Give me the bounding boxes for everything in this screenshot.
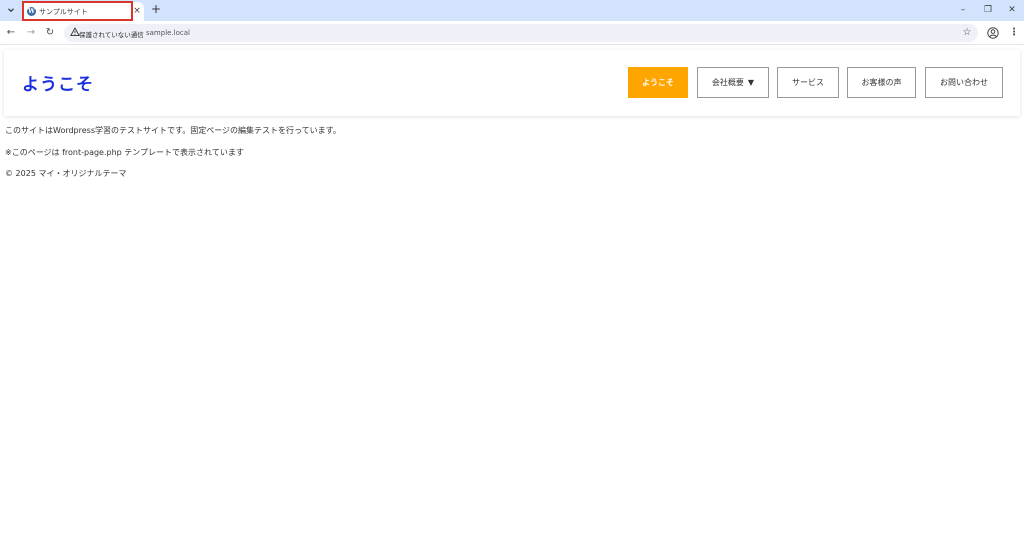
dropdown-caret-icon: ▼ [747, 78, 755, 87]
footer-copyright: © 2025 マイ・オリジナルテーマ [5, 169, 127, 178]
nav-item-company[interactable]: 会社概要 ▼ [697, 67, 769, 98]
tab-highlight-box [22, 1, 133, 21]
nav-label: お問い合わせ [940, 78, 988, 87]
nav-label: サービス [792, 78, 824, 87]
forward-button[interactable]: → [25, 26, 37, 40]
nav-item-services[interactable]: サービス [777, 67, 839, 98]
reload-button[interactable]: ↻ [44, 26, 56, 40]
new-tab-button[interactable]: + [150, 3, 162, 17]
template-note: ※このページは front-page.php テンプレートで表示されています [5, 148, 244, 157]
nav-label: 会社概要 [711, 78, 744, 87]
browser-toolbar: ← → ↻ 保護されていない通信 sample.local ☆ ⋮ [0, 21, 1024, 45]
close-window-button[interactable]: ✕ [1005, 3, 1019, 17]
back-button[interactable]: ← [5, 26, 17, 40]
nav-label: ようこそ [642, 78, 674, 87]
profile-icon[interactable] [987, 27, 999, 39]
nav-item-testimonials[interactable]: お客様の声 [847, 67, 916, 98]
browser-tab-bar: W サンプルサイト × + – ❐ ✕ [0, 0, 1024, 21]
bookmark-star-icon[interactable]: ☆ [961, 26, 973, 40]
nav-item-welcome[interactable]: ようこそ [628, 67, 688, 98]
nav-item-contact[interactable]: お問い合わせ [925, 67, 1003, 98]
site-logo[interactable]: ようこそ [22, 70, 94, 95]
intro-paragraph: このサイトはWordpress学習のテストサイトです。固定ページの編集テストを行… [5, 126, 341, 135]
site-header: ようこそ ようこそ 会社概要 ▼ サービス お客様の声 お問い合わせ [4, 50, 1020, 116]
address-bar[interactable]: 保護されていない通信 sample.local ☆ [64, 24, 978, 42]
tab-close-icon[interactable]: × [132, 5, 142, 17]
minimize-button[interactable]: – [956, 3, 970, 17]
kebab-menu-icon[interactable]: ⋮ [1009, 26, 1019, 40]
url-text[interactable]: sample.local [146, 29, 190, 37]
security-status[interactable]: 保護されていない通信 [79, 29, 144, 39]
restore-button[interactable]: ❐ [981, 3, 995, 17]
tab-search-button[interactable] [4, 3, 18, 17]
nav-label: お客様の声 [861, 78, 902, 87]
chevron-down-icon [8, 8, 14, 13]
